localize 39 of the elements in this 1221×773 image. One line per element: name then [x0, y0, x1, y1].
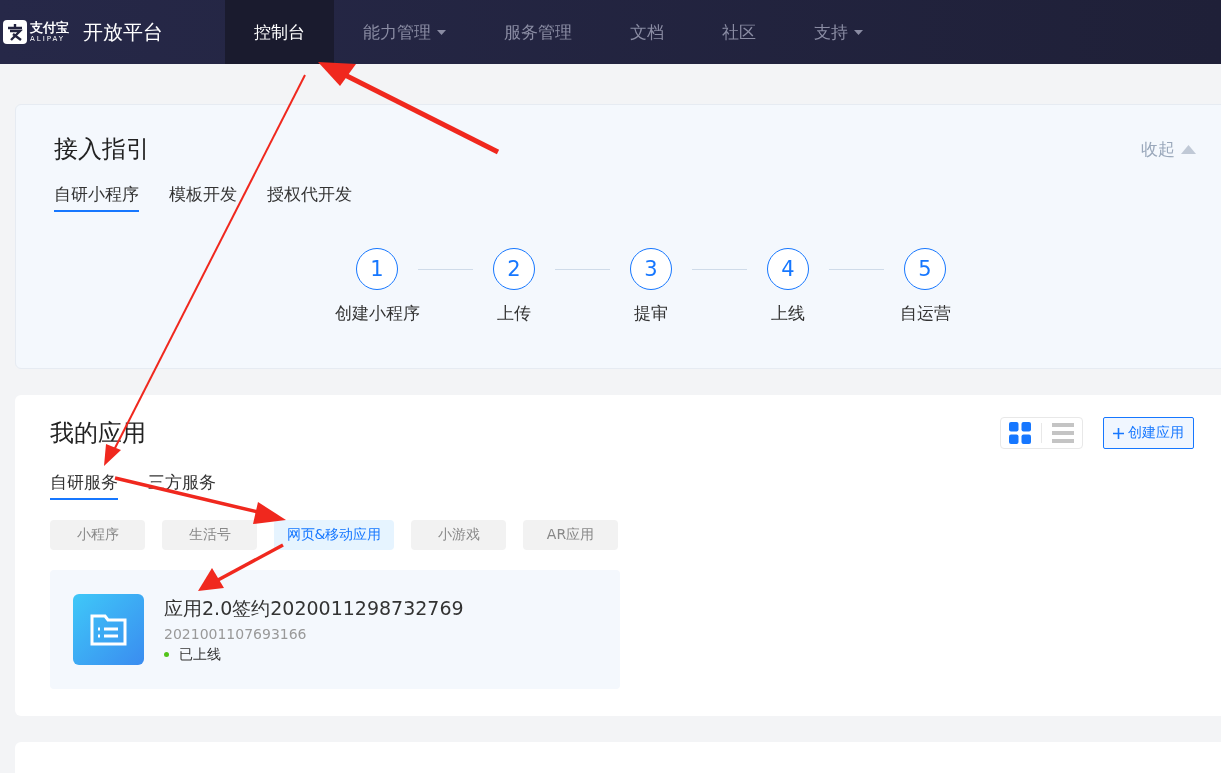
section-title: 我的应用 [50, 418, 146, 449]
tab[interactable]: 自研小程序 [54, 183, 139, 212]
step-label: 创建小程序 [334, 302, 420, 325]
category-chip[interactable]: 生活号 [162, 520, 257, 550]
tab[interactable]: 授权代开发 [267, 183, 352, 212]
nav-item[interactable]: 服务管理 [475, 0, 601, 64]
nav-item[interactable]: 社区 [693, 0, 785, 64]
tab[interactable]: 模板开发 [169, 183, 237, 212]
step-label: 自运营 [899, 302, 951, 325]
logo-text: 支付宝 [30, 21, 69, 34]
step-number: 3 [630, 248, 672, 290]
step-number: 5 [904, 248, 946, 290]
status-label: 已上线 [179, 645, 221, 664]
step-number: 2 [493, 248, 535, 290]
grid-view-icon[interactable] [1009, 422, 1031, 444]
step-label: 上传 [497, 302, 531, 325]
folder-list-icon [73, 594, 144, 665]
category-chip[interactable]: 小游戏 [411, 520, 506, 550]
logo-icon [3, 20, 27, 44]
create-app-button[interactable]: 创建应用 [1103, 417, 1194, 449]
caret-icon [1181, 144, 1196, 154]
platform-title: 开放平台 [83, 18, 163, 46]
app-id: 2021001107693166 [164, 625, 308, 642]
step-number: 4 [767, 248, 809, 290]
category-chip[interactable]: AR应用 [523, 520, 618, 550]
nav-item[interactable]: 文档 [601, 0, 693, 64]
nav-item[interactable]: 支持 [785, 0, 892, 64]
tab[interactable]: 自研服务 [50, 471, 118, 500]
category-chip[interactable]: 小程序 [50, 520, 145, 550]
category-chip[interactable]: 网页&移动应用 [274, 520, 394, 550]
step-number: 1 [356, 248, 398, 290]
nav-item[interactable]: 控制台 [225, 0, 334, 64]
step-label: 上线 [771, 302, 805, 325]
nav-item[interactable]: 能力管理 [334, 0, 475, 64]
app-card[interactable]: 应用2.0签约2020011298732769 2021001107693166 已上线 [50, 570, 620, 689]
step-label: 提审 [634, 302, 668, 325]
plus-icon [1113, 427, 1124, 439]
section-title: 接入指引 [54, 134, 150, 165]
app-name: 应用2.0签约2020011298732769 [164, 595, 464, 621]
